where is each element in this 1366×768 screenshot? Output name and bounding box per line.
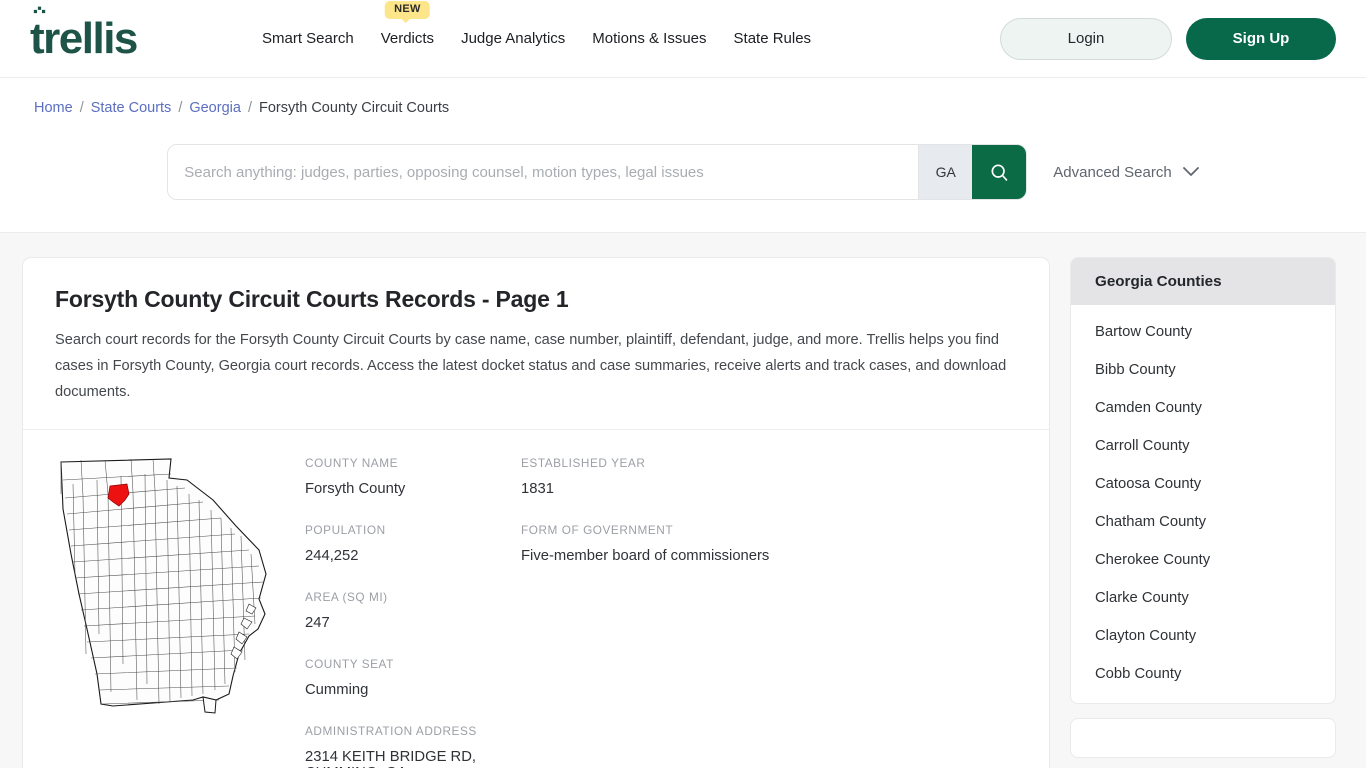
breadcrumb: Home / State Courts / Georgia / Forsyth … <box>0 78 1366 136</box>
breadcrumb-item-georgia[interactable]: Georgia <box>189 100 241 116</box>
field-established-year: Established Year 1831 <box>521 456 1017 497</box>
sidebar-item-catoosa-county[interactable]: Catoosa County <box>1071 465 1335 503</box>
sidebar-item-chatham-county[interactable]: Chatham County <box>1071 503 1335 541</box>
field-label: Form of Government <box>521 523 674 537</box>
search-button[interactable] <box>972 145 1027 199</box>
georgia-county-map-icon <box>53 448 285 768</box>
breadcrumb-separator: / <box>79 100 84 116</box>
field-label: County Seat <box>305 657 394 671</box>
login-button[interactable]: Login <box>1000 17 1172 60</box>
search-group: GA <box>167 144 1028 200</box>
sidebar-title: Georgia Counties <box>1071 258 1335 305</box>
nav-label: Verdicts <box>380 30 435 47</box>
sidebar-item-carroll-county[interactable]: Carroll County <box>1071 427 1335 465</box>
advanced-search-toggle[interactable]: Advanced Search <box>1053 163 1199 181</box>
search-input[interactable] <box>168 145 919 199</box>
field-value: Forsyth County <box>305 481 406 497</box>
nav-item-state-rules[interactable]: State Rules <box>734 24 812 53</box>
field-county-seat: County Seat Cumming <box>305 657 521 698</box>
nav-label: Motions & Issues <box>592 30 707 47</box>
breadcrumb-separator: / <box>178 100 183 116</box>
main-nav: Smart Search NEW Verdicts Judge Analytic… <box>262 1 812 53</box>
sidebar-item-clarke-county[interactable]: Clarke County <box>1071 579 1335 617</box>
field-value: 2314 KEITH BRIDGE RD, CUMMING, GA <box>305 749 477 768</box>
field-value: Five-member board of commissioners <box>521 548 770 564</box>
sidebar-item-cherokee-county[interactable]: Cherokee County <box>1071 541 1335 579</box>
nav-label: Smart Search <box>262 30 354 47</box>
advanced-search-label: Advanced Search <box>1053 163 1172 181</box>
breadcrumb-item-current: Forsyth County Circuit Courts <box>258 100 450 116</box>
new-badge: NEW <box>385 1 430 23</box>
page-description: Search court records for the Forsyth Cou… <box>55 332 1007 400</box>
site-header: trellis Smart Search NEW Verdicts Judge … <box>0 0 1366 78</box>
signup-button[interactable]: Sign Up <box>1186 17 1336 60</box>
breadcrumb-item-state-courts[interactable]: State Courts <box>91 100 172 116</box>
field-area: Area (sq mi) 247 <box>305 590 521 631</box>
card-header: Forsyth County Circuit Courts Records - … <box>23 258 1049 429</box>
sidebar-item-cobb-county[interactable]: Cobb County <box>1071 655 1335 693</box>
breadcrumb-separator: / <box>247 100 252 116</box>
county-list: Bartow County Bibb County Camden County … <box>1071 305 1335 703</box>
field-label: Administration Address <box>305 724 477 738</box>
field-value: 247 <box>305 615 330 631</box>
field-county-name: County Name Forsyth County <box>305 456 521 497</box>
nav-item-motions-issues[interactable]: Motions & Issues <box>592 24 706 53</box>
header-actions: Login Sign Up <box>1000 17 1336 60</box>
breadcrumb-item-home[interactable]: Home <box>34 100 73 116</box>
field-value: 244,252 <box>305 548 359 564</box>
trellis-sprout-icon <box>33 6 46 13</box>
search-section: GA Advanced Search <box>0 136 1366 233</box>
nav-item-smart-search[interactable]: Smart Search <box>262 24 354 53</box>
sidebar-item-bibb-county[interactable]: Bibb County <box>1071 351 1335 389</box>
nav-item-verdicts[interactable]: NEW Verdicts <box>380 1 435 53</box>
logo[interactable]: trellis <box>30 6 230 63</box>
sidebar-secondary-card <box>1070 718 1336 758</box>
county-records-card: Forsyth County Circuit Courts Records - … <box>22 257 1050 768</box>
county-fields: County Name Forsyth County Population 24… <box>305 448 1017 768</box>
page-content: Forsyth County Circuit Courts Records - … <box>0 233 1366 768</box>
chevron-down-icon <box>1182 167 1199 176</box>
field-form-of-government: Form of Government Five-member board of … <box>521 523 1017 564</box>
sidebar-item-bartow-county[interactable]: Bartow County <box>1071 313 1335 351</box>
field-value: 1831 <box>521 481 554 497</box>
sidebar: Georgia Counties Bartow County Bibb Coun… <box>1070 257 1336 758</box>
county-fields-right: Established Year 1831 Form of Government… <box>521 456 1017 768</box>
field-value: Cumming <box>305 682 369 698</box>
nav-label: Judge Analytics <box>461 30 566 47</box>
nav-item-judge-analytics[interactable]: Judge Analytics <box>461 24 565 53</box>
logo-text: trellis <box>30 13 138 63</box>
field-population: Population 244,252 <box>305 523 521 564</box>
field-label: Established Year <box>521 456 646 470</box>
county-details: County Name Forsyth County Population 24… <box>23 430 1049 768</box>
field-label: Area (sq mi) <box>305 590 388 604</box>
georgia-counties-card: Georgia Counties Bartow County Bibb Coun… <box>1070 257 1336 704</box>
field-administration-address: Administration Address 2314 KEITH BRIDGE… <box>305 724 521 768</box>
page-title: Forsyth County Circuit Courts Records - … <box>55 286 569 312</box>
county-fields-left: County Name Forsyth County Population 24… <box>305 456 521 768</box>
field-label: County Name <box>305 456 399 470</box>
nav-label: State Rules <box>733 30 812 47</box>
field-label: Population <box>305 523 386 537</box>
state-selector[interactable]: GA <box>918 145 973 199</box>
sidebar-item-clayton-county[interactable]: Clayton County <box>1071 617 1335 655</box>
sidebar-item-camden-county[interactable]: Camden County <box>1071 389 1335 427</box>
magnifier-icon <box>991 164 1008 181</box>
